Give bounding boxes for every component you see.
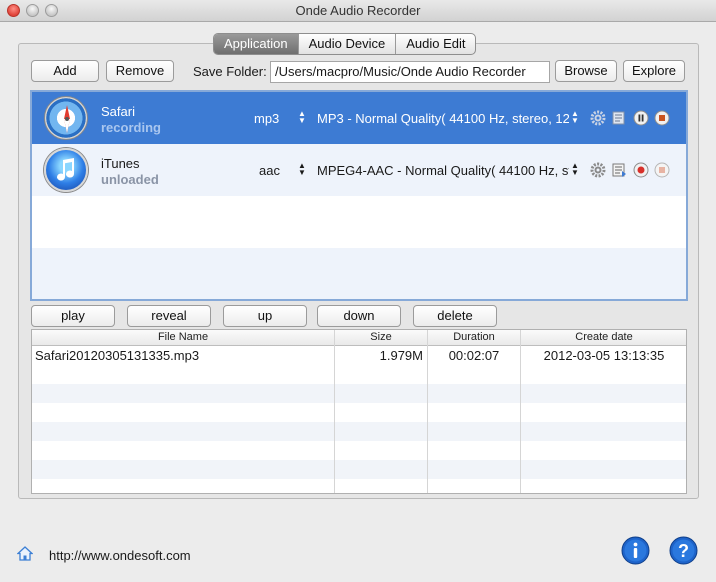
table-row[interactable]: Safari20120305131335.mp3 1.979M 00:02:07…	[32, 346, 686, 365]
title-bar: Onde Audio Recorder	[0, 0, 716, 22]
recorded-files-table: Safari20120305131335.mp3 1.979M 00:02:07…	[31, 329, 687, 494]
file-date-cell: 2012-03-05 13:13:35	[543, 348, 665, 363]
file-size-cell: 1.979M	[379, 348, 423, 363]
gear-icon[interactable]	[590, 110, 606, 126]
gear-icon[interactable]	[590, 162, 606, 178]
empty-table-row	[32, 384, 686, 403]
record-icon[interactable]	[633, 162, 649, 178]
column-divider	[427, 330, 428, 493]
quality-select[interactable]: MPEG4-AAC - Normal Quality( 44100 Hz, st…	[317, 163, 569, 178]
empty-table-row	[32, 365, 686, 384]
table-header: File Name Size Duration Create date	[32, 330, 686, 346]
safari-icon	[44, 96, 88, 140]
tab-application[interactable]: Application	[214, 34, 299, 54]
pause-icon[interactable]	[633, 110, 649, 126]
quality-stepper-icon[interactable]: ▲ ▼	[571, 162, 579, 178]
quality-stepper-icon[interactable]: ▲ ▼	[571, 110, 579, 126]
empty-table-row	[32, 441, 686, 460]
save-folder-field[interactable]: /Users/macpro/Music/Onde Audio Recorder	[270, 61, 550, 83]
app-name: Safari	[101, 104, 135, 119]
info-icon[interactable]	[621, 536, 650, 565]
quality-select[interactable]: MP3 - Normal Quality( 44100 Hz, stereo, …	[317, 111, 569, 126]
tab-audio-edit[interactable]: Audio Edit	[396, 34, 475, 54]
column-header-create-date[interactable]: Create date	[521, 331, 686, 343]
app-status: unloaded	[101, 172, 159, 187]
stop-icon[interactable]	[654, 162, 670, 178]
home-icon[interactable]	[17, 546, 33, 562]
column-divider	[520, 330, 521, 493]
save-folder-label: Save Folder:	[193, 64, 267, 79]
audio-editor-icon[interactable]	[611, 110, 627, 126]
application-list: Safari recording mp3 ▲ ▼ MP3 - Normal Qua…	[30, 90, 688, 301]
add-button[interactable]: Add	[31, 60, 99, 82]
down-button[interactable]: down	[317, 305, 401, 327]
empty-table-row	[32, 460, 686, 479]
empty-list-row	[32, 196, 686, 248]
app-row-itunes[interactable]: iTunes unloaded aac ▲ ▼ MPEG4-AAC - Norma…	[32, 144, 686, 196]
delete-button[interactable]: delete	[413, 305, 497, 327]
app-name: iTunes	[101, 156, 140, 171]
empty-table-row	[32, 403, 686, 422]
stop-icon[interactable]	[654, 110, 670, 126]
empty-list-row	[32, 248, 686, 299]
format-stepper-icon[interactable]: ▲ ▼	[298, 162, 306, 178]
audio-editor-icon[interactable]	[611, 162, 627, 178]
website-link[interactable]: http://www.ondesoft.com	[49, 548, 191, 563]
column-header-duration[interactable]: Duration	[428, 331, 520, 343]
svg-text:?: ?	[678, 541, 689, 561]
reveal-button[interactable]: reveal	[127, 305, 211, 327]
tab-audio-device[interactable]: Audio Device	[299, 34, 397, 54]
format-stepper-icon[interactable]: ▲ ▼	[298, 110, 306, 126]
window-title: Onde Audio Recorder	[295, 3, 421, 18]
empty-table-row	[32, 422, 686, 441]
explore-button[interactable]: Explore	[623, 60, 685, 82]
file-duration-cell: 00:02:07	[448, 348, 500, 363]
file-name-cell: Safari20120305131335.mp3	[35, 348, 200, 363]
column-divider	[334, 330, 335, 493]
play-button[interactable]: play	[31, 305, 115, 327]
browse-button[interactable]: Browse	[555, 60, 617, 82]
remove-button[interactable]: Remove	[106, 60, 174, 82]
tab-bar: Application Audio Device Audio Edit	[213, 33, 477, 55]
column-header-size[interactable]: Size	[335, 331, 427, 343]
app-row-safari[interactable]: Safari recording mp3 ▲ ▼ MP3 - Normal Qua…	[32, 92, 686, 144]
app-status: recording	[101, 120, 161, 135]
itunes-icon	[44, 148, 88, 192]
column-header-file-name[interactable]: File Name	[32, 331, 334, 343]
empty-table-row	[32, 479, 686, 493]
up-button[interactable]: up	[223, 305, 307, 327]
format-select[interactable]: mp3	[254, 111, 304, 126]
help-icon[interactable]: ?	[669, 536, 698, 565]
